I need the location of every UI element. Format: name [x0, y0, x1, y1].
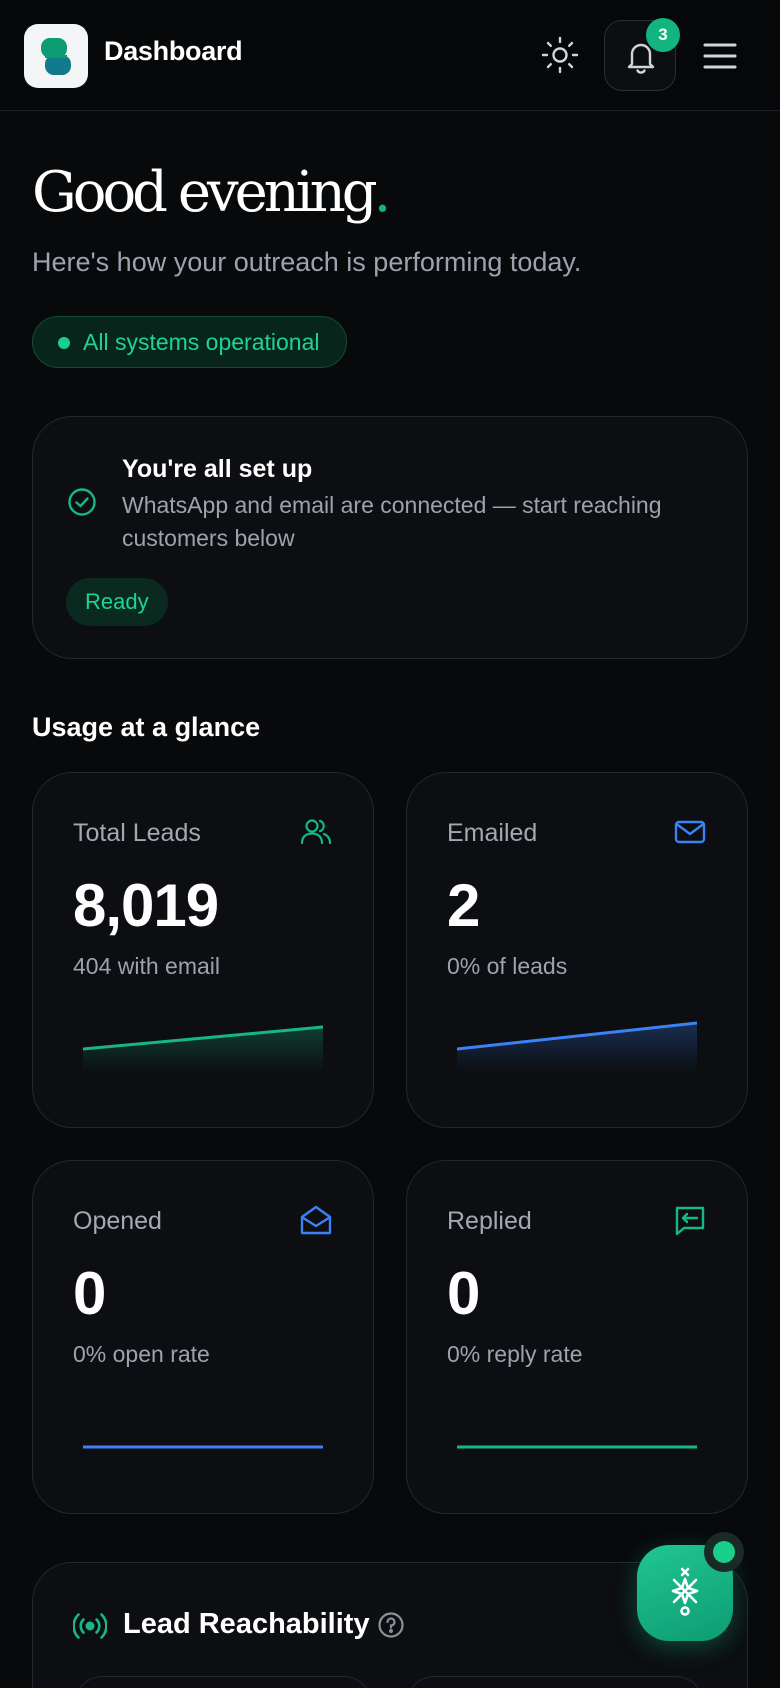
- users-icon: [300, 819, 332, 845]
- stat-value: 8,019: [73, 872, 219, 939]
- stat-subtext: 0% reply rate: [447, 1341, 583, 1367]
- greeting-accent-dot: .: [373, 160, 392, 225]
- stat-card-total-leads[interactable]: Total Leads 8,019 404 with email: [32, 772, 374, 1128]
- stat-label: Total Leads: [73, 819, 201, 847]
- stat-value: 0: [73, 1260, 106, 1327]
- trend-sparkline: [457, 1445, 697, 1449]
- page-title: Dashboard: [104, 36, 243, 66]
- stat-card-replied[interactable]: Replied 0 0% reply rate: [406, 1160, 748, 1514]
- message-reply-icon: [675, 1206, 705, 1236]
- stat-subtext: 404 with email: [73, 953, 221, 979]
- stat-label: Emailed: [447, 819, 538, 847]
- setup-description: WhatsApp and email are connected — start…: [122, 492, 662, 551]
- status-dot-icon: [58, 337, 70, 349]
- notification-count-badge: 3: [646, 18, 680, 52]
- online-status-dot: [704, 1532, 744, 1572]
- mail-icon: [674, 820, 706, 844]
- trend-sparkline: [83, 1025, 323, 1073]
- setup-card: You're all set up WhatsApp and email are…: [32, 416, 748, 659]
- sparkline-area: [457, 1023, 697, 1073]
- status-text: All systems operational: [83, 329, 320, 355]
- hamburger-menu-icon[interactable]: [700, 36, 740, 76]
- sun-icon[interactable]: [539, 34, 581, 76]
- stat-label: Replied: [447, 1207, 532, 1235]
- status-badge: All systems operational: [32, 316, 347, 368]
- setup-title: You're all set up: [122, 455, 313, 483]
- usage-section-title: Usage at a glance: [32, 712, 261, 742]
- reachability-stat-box: [405, 1676, 705, 1688]
- greeting-text: Good evening: [32, 160, 378, 225]
- check-circle-icon: [68, 488, 96, 516]
- reachability-stat-box: [73, 1676, 373, 1688]
- stat-label: Opened: [73, 1207, 162, 1235]
- mail-open-icon: [300, 1205, 332, 1235]
- stat-value: 0: [447, 1260, 480, 1327]
- broadcast-icon: [73, 1613, 107, 1639]
- greeting-heading: Good evening.: [32, 160, 392, 225]
- top-bar: Dashboard 3: [0, 0, 780, 111]
- ready-badge: Ready: [66, 578, 168, 626]
- question-icon[interactable]: [377, 1611, 405, 1639]
- ai-sparkle-icon: [671, 1567, 699, 1616]
- chat-bubbles-logo-icon[interactable]: [24, 24, 88, 88]
- sparkline-area: [83, 1027, 323, 1073]
- stat-card-opened[interactable]: Opened 0 0% open rate: [32, 1160, 374, 1514]
- stat-subtext: 0% open rate: [73, 1341, 210, 1367]
- lead-reachability-title: Lead Reachability: [123, 1608, 370, 1640]
- stat-value: 2: [447, 872, 480, 939]
- page-subtitle: Here's how your outreach is performing t…: [32, 247, 582, 277]
- stat-card-emailed[interactable]: Emailed 2 0% of leads: [406, 772, 748, 1128]
- stat-subtext: 0% of leads: [447, 953, 568, 979]
- trend-sparkline: [457, 1021, 697, 1073]
- trend-sparkline: [83, 1445, 323, 1449]
